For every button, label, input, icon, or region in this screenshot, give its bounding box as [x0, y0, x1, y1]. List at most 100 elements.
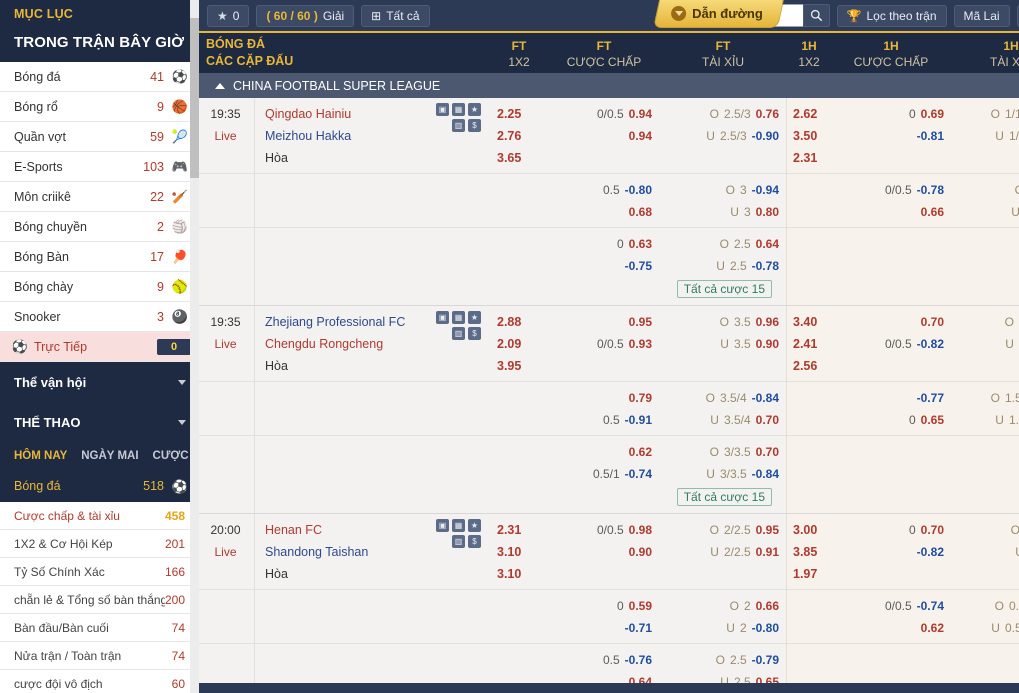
draw-label[interactable]: Hòa	[265, 563, 485, 585]
market-item-4[interactable]: Bàn đầu/Bàn cuối 74	[0, 614, 199, 642]
sidebar-item-5[interactable]: Bóng chuyền 2 🏐	[0, 212, 199, 242]
odds-line[interactable]: O 2 0.66	[663, 595, 779, 617]
league-header[interactable]: CHINA FOOTBALL SUPER LEAGUE	[199, 73, 1019, 98]
odds-line[interactable]: O 2/2.5 0.95	[663, 519, 779, 541]
odds-line[interactable]: -0.81	[835, 125, 944, 147]
odds-line[interactable]: U 2 -0.80	[663, 617, 779, 639]
odds-line[interactable]: 0.5 -0.80	[553, 179, 652, 201]
odds-format-button[interactable]: Mã Lai	[953, 4, 1010, 27]
odds-line[interactable]: O 2.5 0.64	[663, 233, 779, 255]
odds-line[interactable]: U 2.5 0.65	[663, 671, 779, 683]
odds-line[interactable]: O 3 -0.94	[663, 179, 779, 201]
odds-line[interactable]: U0.5/1-0.80	[955, 617, 1019, 639]
odds-line[interactable]: 3.10	[497, 563, 521, 585]
cashout-icon[interactable]: $	[468, 119, 481, 132]
odds-line[interactable]: 2.31	[497, 519, 521, 541]
odds-line[interactable]: U 3.5 0.90	[663, 333, 779, 355]
odds-line[interactable]: 0.5 -0.91	[553, 409, 652, 431]
market-item-5[interactable]: Nửa trận / Toàn trận 74	[0, 642, 199, 670]
draw-label[interactable]: Hòa	[265, 355, 485, 377]
sidebar-item-2[interactable]: Quần vợt 59 🎾	[0, 122, 199, 152]
odds-line[interactable]: 0 0.70	[835, 519, 944, 541]
sidebar-item-sports[interactable]: THỂ THAO	[0, 402, 199, 442]
odds-line[interactable]: 0.64	[553, 671, 652, 683]
odds-line[interactable]: 2.25	[497, 103, 521, 125]
odds-line[interactable]: -0.82	[835, 541, 944, 563]
odds-line[interactable]: 0.79	[553, 387, 652, 409]
odds-line[interactable]: 0/0.5 0.98	[553, 519, 652, 541]
odds-line[interactable]: 2.41	[793, 333, 817, 355]
odds-line[interactable]: 3.40	[793, 311, 817, 333]
sidebar-scrollbar[interactable]	[190, 0, 199, 693]
sidebar-item-3[interactable]: E-Sports 103 🎮	[0, 152, 199, 182]
odds-line[interactable]: 0.62	[835, 617, 944, 639]
odds-line[interactable]: -0.71	[553, 617, 652, 639]
odds-line[interactable]: O 3/3.5 0.70	[663, 441, 779, 463]
odds-line[interactable]: U 2/2.5 0.91	[663, 541, 779, 563]
stats-icon[interactable]: ▦	[452, 103, 465, 116]
odds-line[interactable]: U1-0.75	[955, 201, 1019, 223]
odds-line[interactable]: 0/0.5 0.94	[553, 103, 652, 125]
star-icon[interactable]: ★	[468, 311, 481, 324]
day-tab-0[interactable]: HÔM NAY	[14, 450, 67, 462]
odds-line[interactable]: 0.95	[553, 311, 652, 333]
odds-line[interactable]: U1/1.50.82	[955, 125, 1019, 147]
chart-icon[interactable]: ▥	[452, 327, 465, 340]
cashout-icon[interactable]: $	[468, 535, 481, 548]
odds-line[interactable]: 3.50	[793, 125, 817, 147]
all-button[interactable]: ⊞ Tất cả	[361, 4, 430, 27]
odds-line[interactable]: 2.56	[793, 355, 817, 377]
odds-line[interactable]: 0.66	[835, 201, 944, 223]
sidebar-item-7[interactable]: Bóng chày 9 🥎	[0, 272, 199, 302]
star-icon[interactable]: ★	[468, 103, 481, 116]
odds-line[interactable]: 2.76	[497, 125, 521, 147]
odds-line[interactable]: 0.62	[553, 441, 652, 463]
draw-label[interactable]: Hòa	[265, 147, 485, 169]
tv-icon[interactable]: ▣	[436, 103, 449, 116]
odds-line[interactable]: -0.77	[835, 387, 944, 409]
chart-icon[interactable]: ▥	[452, 119, 465, 132]
sidebar-scrollbar-thumb[interactable]	[190, 18, 199, 178]
odds-line[interactable]: 0/0.5 -0.78	[835, 179, 944, 201]
filter-by-match-button[interactable]: 🏆 Lọc theo trận	[836, 4, 947, 27]
all-bets-button[interactable]: Tất cả cược 15	[676, 488, 772, 506]
odds-line[interactable]: 0/0.5 -0.74	[835, 595, 944, 617]
tv-icon[interactable]: ▣	[436, 519, 449, 532]
odds-line[interactable]: O 2.5/3 0.76	[663, 103, 779, 125]
odds-line[interactable]: -0.75	[553, 255, 652, 277]
odds-line[interactable]: 0.94	[553, 125, 652, 147]
sidebar-item-6[interactable]: Bóng Bàn 17 🏓	[0, 242, 199, 272]
odds-line[interactable]: U10.72	[955, 541, 1019, 563]
sidebar-item-8[interactable]: Snooker 3 🎱	[0, 302, 199, 332]
odds-line[interactable]: 0 0.63	[553, 233, 652, 255]
odds-line[interactable]: 2.88	[497, 311, 521, 333]
odds-line[interactable]: 0.70	[835, 311, 944, 333]
sidebar-item-olympics[interactable]: Thể vận hội	[0, 362, 199, 402]
odds-line[interactable]: 0.5 -0.76	[553, 649, 652, 671]
sidebar-sport-header-football[interactable]: Bóng đá 518 ⚽	[0, 470, 199, 502]
odds-line[interactable]: 0 0.69	[835, 103, 944, 125]
market-item-6[interactable]: cược đội vô địch 60	[0, 670, 199, 693]
odds-line[interactable]: U1.5/20.60	[955, 409, 1019, 431]
odds-line[interactable]: O10.61	[955, 179, 1019, 201]
stats-icon[interactable]: ▦	[452, 519, 465, 532]
search-button[interactable]	[802, 4, 830, 27]
odds-line[interactable]: 1.97	[793, 563, 817, 585]
cashout-icon[interactable]: $	[468, 327, 481, 340]
odds-line[interactable]: U 2.5 -0.78	[663, 255, 779, 277]
odds-line[interactable]: 3.95	[497, 355, 521, 377]
odds-line[interactable]: O1/1.5-0.96	[955, 103, 1019, 125]
odds-line[interactable]: 0 0.65	[835, 409, 944, 431]
odds-line[interactable]: 0.90	[553, 541, 652, 563]
odds-line[interactable]: O 3.5 0.96	[663, 311, 779, 333]
odds-line[interactable]: 0/0.5 -0.82	[835, 333, 944, 355]
odds-line[interactable]: O1.5/2-0.74	[955, 387, 1019, 409]
tv-icon[interactable]: ▣	[436, 311, 449, 324]
sidebar-item-0[interactable]: Bóng đá 41 ⚽	[0, 62, 199, 92]
odds-line[interactable]: 2.09	[497, 333, 521, 355]
odds-line[interactable]: 0/0.5 0.93	[553, 333, 652, 355]
market-item-0[interactable]: Cược chấp & tài xỉu 458	[0, 502, 199, 530]
odds-line[interactable]: O 2.5 -0.79	[663, 649, 779, 671]
odds-line[interactable]: 0.5/1 -0.74	[553, 463, 652, 485]
odds-line[interactable]: O 3.5/4 -0.84	[663, 387, 779, 409]
